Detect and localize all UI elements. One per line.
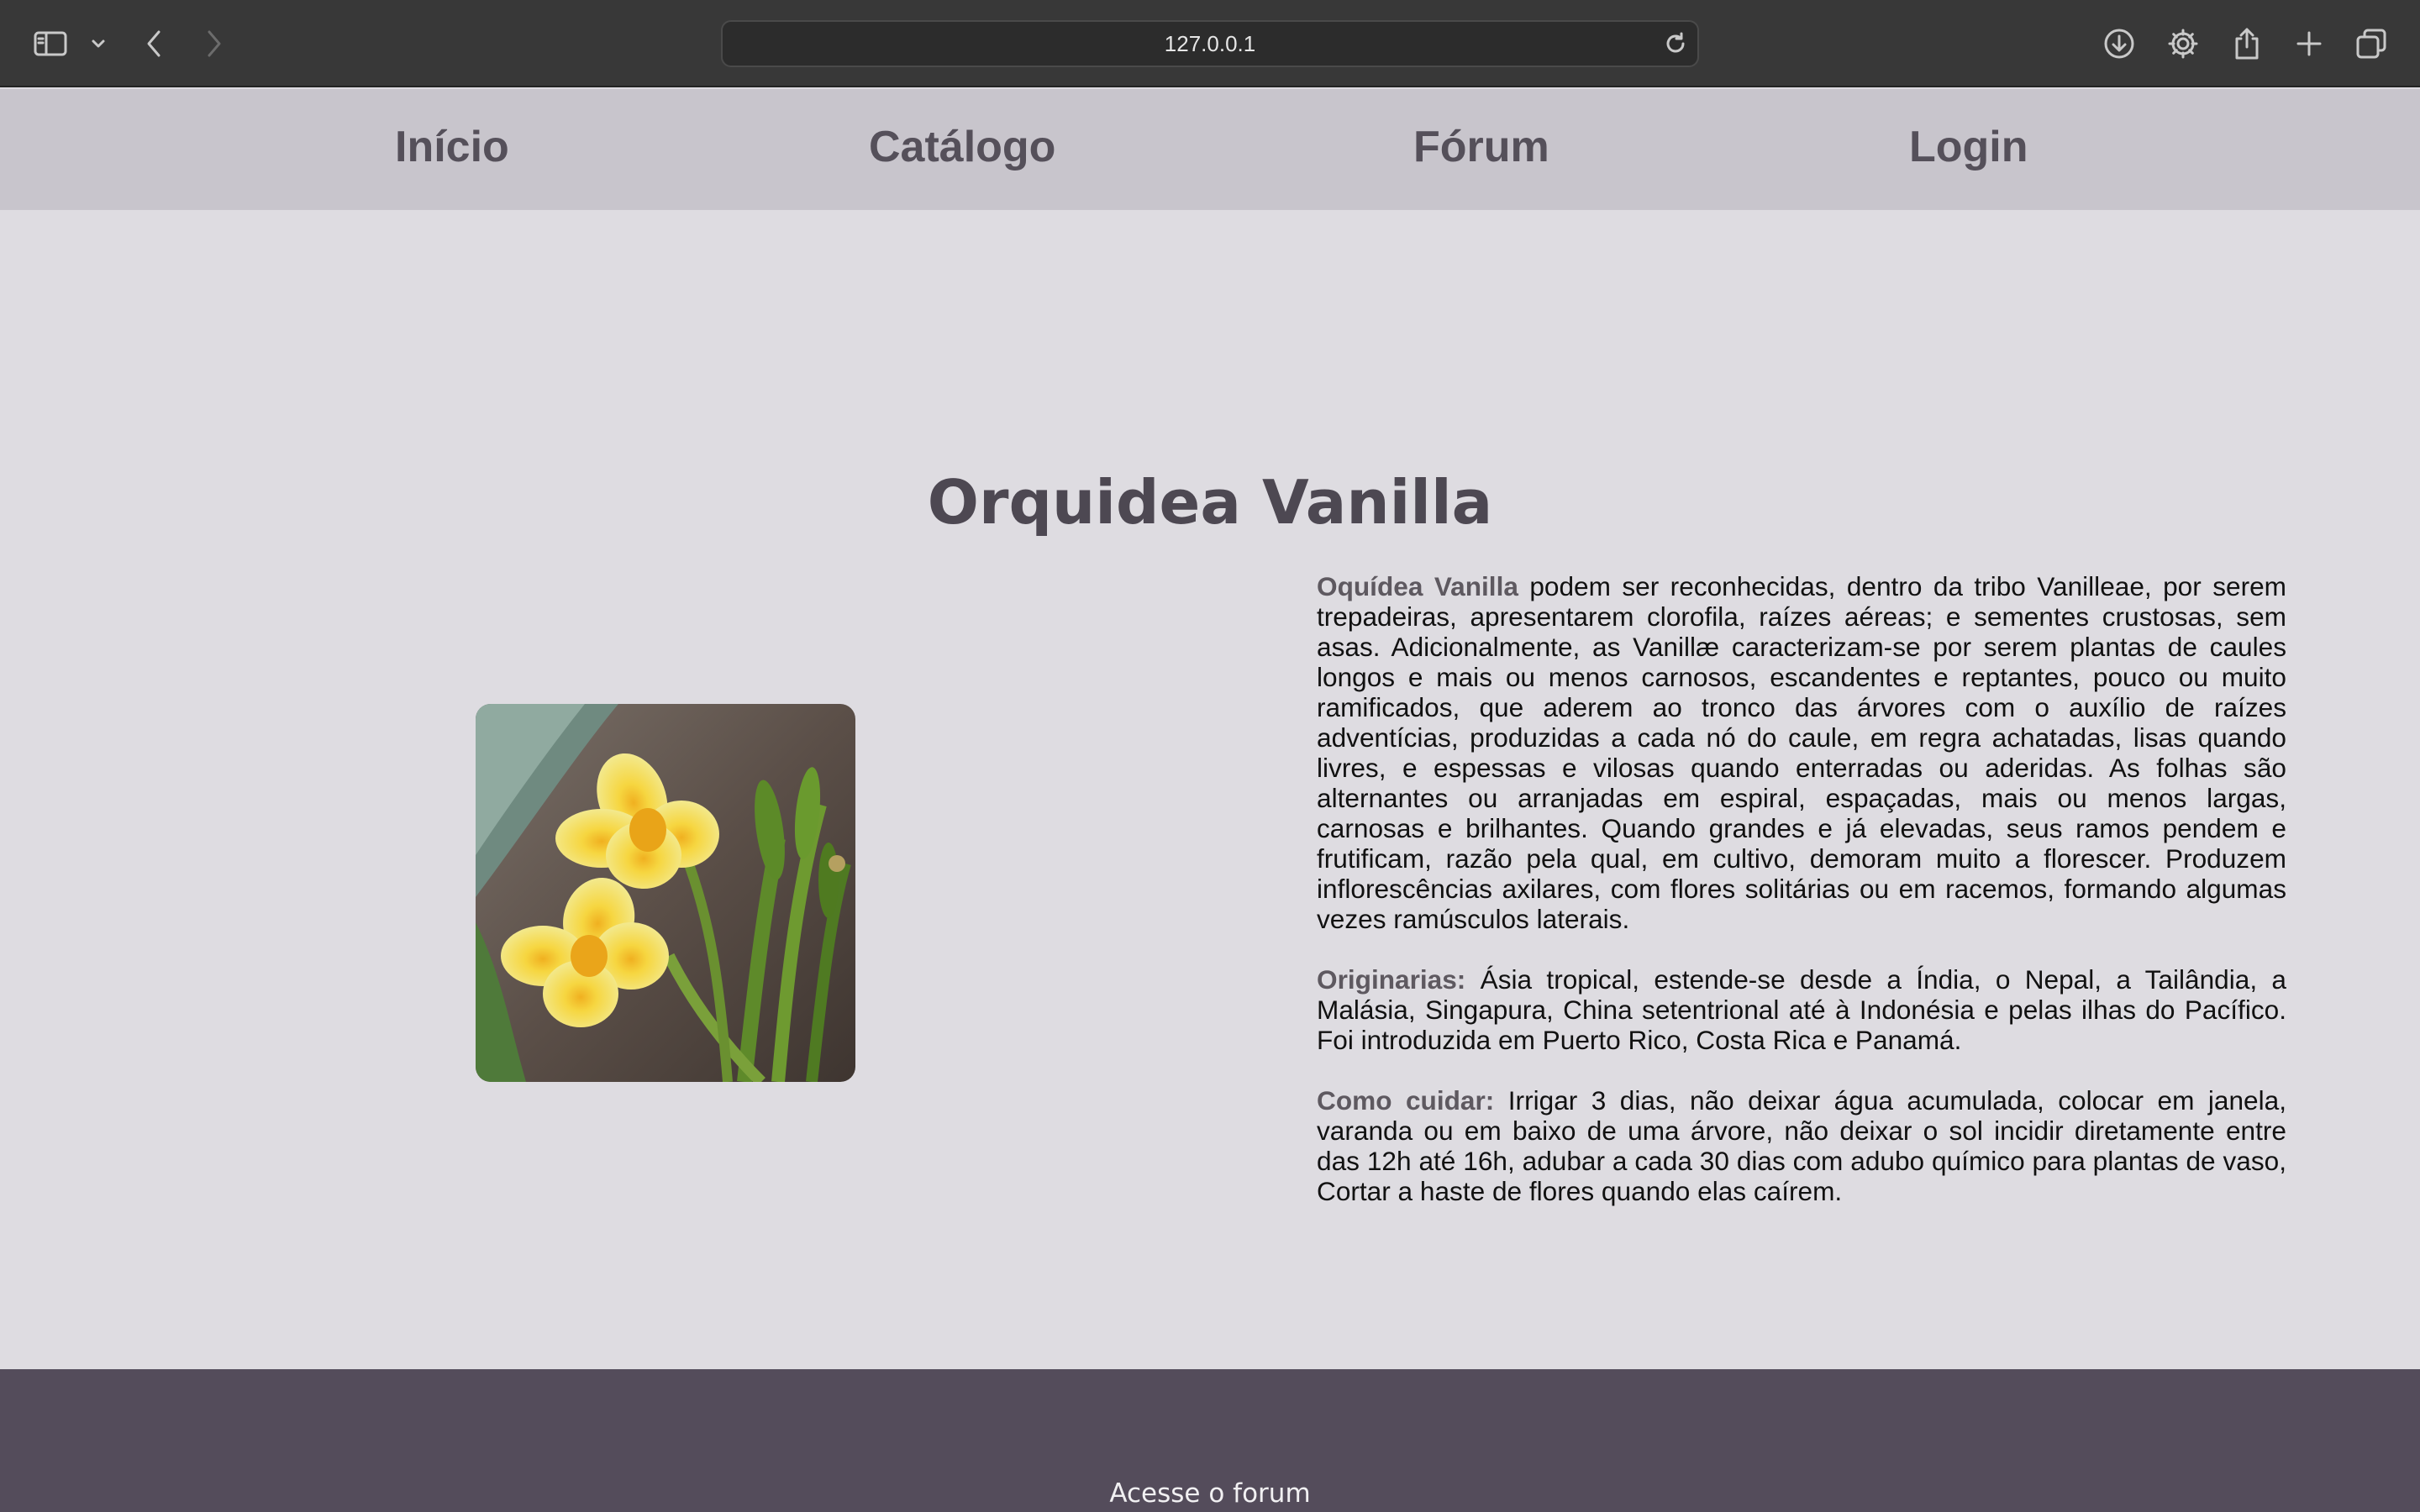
origin-lead: Originarias: — [1317, 964, 1466, 995]
vanilla-orchid-image — [476, 704, 855, 1082]
description-text: podem ser reconhecidas, dentro da tribo … — [1317, 571, 2286, 934]
chevron-down-icon[interactable] — [87, 20, 109, 67]
back-icon[interactable] — [141, 20, 166, 67]
sidebar-icon[interactable] — [30, 20, 71, 67]
url-text: 127.0.0.1 — [1164, 31, 1256, 56]
nav-link-forum[interactable]: Fórum — [1413, 89, 1549, 210]
forum-link[interactable]: Acesse o forum — [0, 1478, 2420, 1509]
description-lead: Oquídea Vanilla — [1317, 571, 1518, 601]
download-icon[interactable] — [2101, 20, 2138, 67]
tabs-icon[interactable] — [2353, 20, 2390, 67]
plus-icon[interactable] — [2291, 20, 2328, 67]
gear-icon[interactable] — [2165, 20, 2202, 67]
site-footer: Acesse o forum — [0, 1369, 2420, 1512]
origin-paragraph: Originarias: Ásia tropical, estende-se d… — [1317, 964, 2286, 1055]
forward-icon[interactable] — [202, 20, 227, 67]
care-paragraph: Como cuidar: Irrigar 3 dias, não deixar … — [1317, 1085, 2286, 1206]
site-nav: Início Catálogo Fórum Login — [0, 89, 2420, 210]
share-icon[interactable] — [2228, 20, 2265, 67]
page-title: Orquidea Vanilla — [927, 467, 1493, 538]
description-paragraph: Oquídea Vanilla podem ser reconhecidas, … — [1317, 571, 2286, 934]
nav-link-inicio[interactable]: Início — [395, 89, 509, 210]
nav-link-catalogo[interactable]: Catálogo — [869, 89, 1055, 210]
reload-icon[interactable] — [1664, 32, 1687, 55]
browser-toolbar: 127.0.0.1 — [0, 0, 2420, 87]
nav-link-login[interactable]: Login — [1909, 89, 2028, 210]
plant-description: Oquídea Vanilla podem ser reconhecidas, … — [1317, 571, 2286, 1236]
care-lead: Como cuidar: — [1317, 1085, 1495, 1116]
address-bar[interactable]: 127.0.0.1 — [721, 20, 1699, 67]
